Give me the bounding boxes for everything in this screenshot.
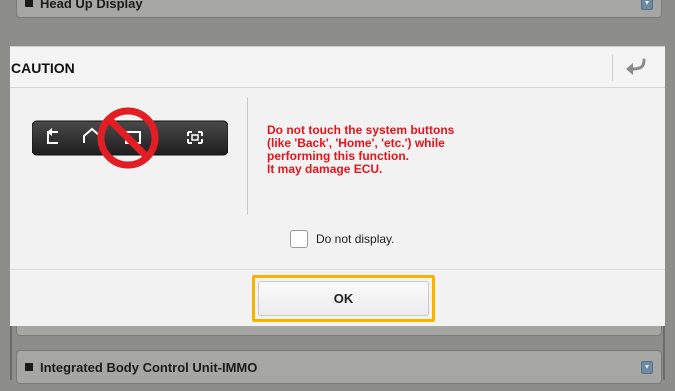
header-divider	[612, 55, 613, 81]
do-not-display-checkbox[interactable]	[290, 230, 308, 248]
dialog-header: CAUTION	[10, 47, 665, 88]
content-divider	[247, 97, 248, 215]
warning-line: It may damage ECU.	[267, 162, 383, 176]
return-arrow-icon[interactable]	[622, 57, 648, 77]
list-item-label: Head Up Display	[40, 0, 143, 11]
bullet-square-icon	[25, 363, 33, 371]
list-item-label: Integrated Body Control Unit-IMMO	[40, 359, 258, 375]
caution-dialog: CAUTION Do not touch the system buttons …	[10, 46, 665, 326]
footer-divider	[10, 269, 665, 270]
list-item-head-up-display: Head Up Display	[16, 0, 662, 18]
download-icon	[641, 360, 653, 374]
dialog-title: CAUTION	[11, 60, 75, 76]
bullet-square-icon	[25, 0, 33, 7]
download-icon	[641, 0, 653, 10]
do-not-display-option[interactable]: Do not display.	[290, 230, 395, 248]
list-edge-right	[663, 325, 665, 380]
ok-button[interactable]: OK	[252, 275, 435, 322]
ok-button-label[interactable]: OK	[258, 281, 429, 316]
do-not-display-label[interactable]: Do not display.	[316, 232, 395, 246]
list-item-integrated-body-control-unit-immo: Integrated Body Control Unit-IMMO	[16, 350, 662, 384]
system-nav-buttons-icon	[32, 107, 228, 169]
warning-message: Do not touch the system buttons (like 'B…	[267, 124, 627, 176]
list-edge-left	[10, 325, 12, 380]
